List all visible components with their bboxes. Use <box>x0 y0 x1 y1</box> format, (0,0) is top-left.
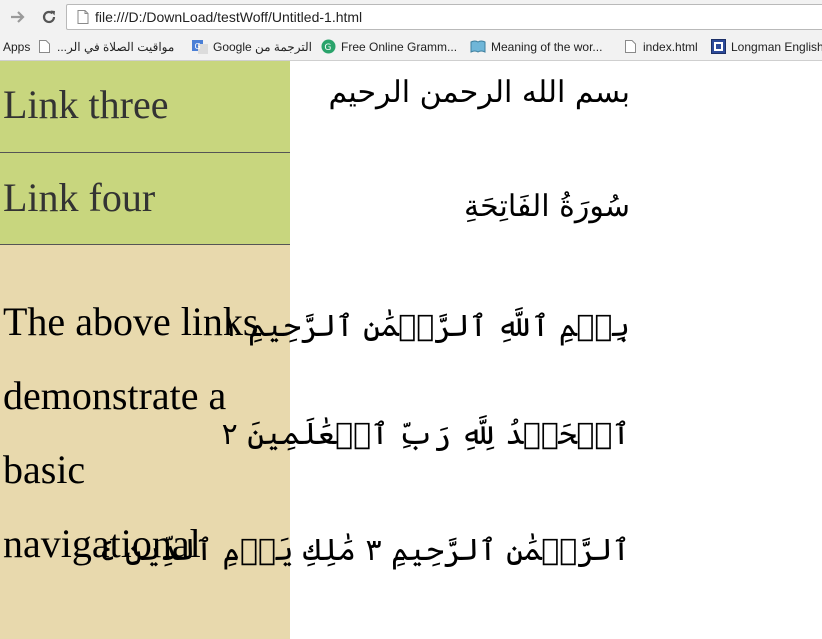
book-icon <box>470 39 486 55</box>
url-text: file:///D:/DownLoad/testWoff/Untitled-1.… <box>95 9 363 25</box>
google-translate-icon: G <box>192 39 208 55</box>
bookmark-label: مواقيت الصلاة في الر... <box>57 39 175 54</box>
page-icon <box>36 39 52 55</box>
svg-text:G: G <box>195 42 201 51</box>
basmala-plain: بسم الله الرحمن الرحيم <box>328 75 630 110</box>
browser-toolbar: file:///D:/DownLoad/testWoff/Untitled-1.… <box>0 0 822 34</box>
bookmark-prayer-times[interactable]: مواقيت الصلاة في الر... <box>36 34 174 59</box>
ayah-line-3: ٱلرَّحۡمَٰنِ ٱلرَّحِيمِ ٣ مَٰلِكِ يَوۡمِ… <box>99 533 630 568</box>
bookmark-index[interactable]: index.html <box>622 34 698 59</box>
bookmark-label: الترجمة من Google <box>213 39 312 54</box>
bookmarks-bar: Apps مواقيت الصلاة في الر... G الترجمة م… <box>0 34 822 61</box>
bookmark-label: Longman English <box>731 39 822 54</box>
bookmark-grammar[interactable]: G Free Online Gramm... <box>320 34 457 59</box>
bookmark-google-translate[interactable]: G الترجمة من Google <box>192 34 312 59</box>
reload-button[interactable] <box>37 4 61 30</box>
page-viewport: Link three Link four The above links dem… <box>0 61 822 639</box>
bookmark-label: Free Online Gramm... <box>341 39 458 54</box>
arabic-content: بسم الله الرحمن الرحيم سُورَةُ الفَاتِحَ… <box>99 61 630 639</box>
longman-icon <box>710 39 726 55</box>
nav-link-four[interactable]: Link four <box>0 153 290 245</box>
page-icon <box>77 10 89 24</box>
grammarly-icon: G <box>320 39 336 55</box>
bookmark-longman[interactable]: Longman English <box>710 34 822 59</box>
reload-icon <box>42 10 56 24</box>
bookmark-meaning[interactable]: Meaning of the wor... <box>470 34 602 59</box>
bookmark-label: Apps <box>3 39 31 54</box>
page-icon <box>622 39 638 55</box>
ayah-line-2: ٱلۡحَمۡدُ لِلَّهِ رَبِّ ٱلۡعَٰلَمِينَ ٢ <box>221 417 630 452</box>
svg-text:G: G <box>324 43 331 53</box>
bookmark-label: Meaning of the wor... <box>491 39 603 54</box>
bookmark-label: index.html <box>643 39 698 54</box>
arrow-right-icon <box>11 11 25 23</box>
surah-title: سُورَةُ الفَاتِحَةِ <box>464 189 630 224</box>
address-bar[interactable]: file:///D:/DownLoad/testWoff/Untitled-1.… <box>66 4 822 30</box>
bookmark-apps[interactable]: Apps <box>3 34 30 59</box>
nav-link-three[interactable]: Link three <box>0 61 290 153</box>
forward-button[interactable] <box>6 4 30 30</box>
ayah-line-1: بِسۡمِ ٱللَّهِ ٱلرَّحۡمَٰنِ ٱلرَّحِيمِ ١ <box>222 309 630 344</box>
